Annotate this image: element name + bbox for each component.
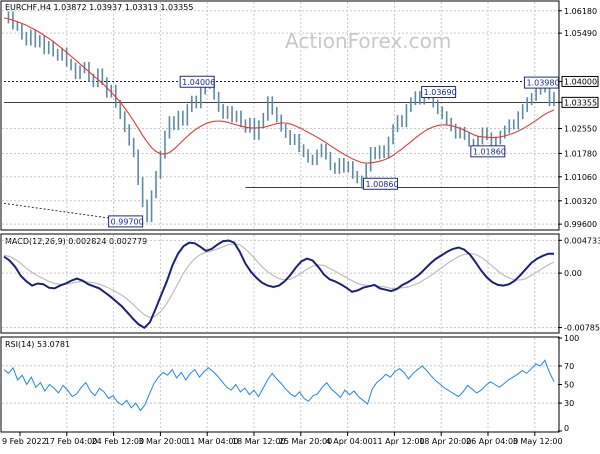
price-series xyxy=(3,11,555,223)
price-y-tick-label: 1.00320 xyxy=(564,197,597,206)
rsi-y-tick-label: 0 xyxy=(564,424,569,433)
price-annotations: 1.04006 1.03690 1.03980 1.01860 1.00860 0.997… xyxy=(108,75,560,228)
x-tick-label: 3 May 12:00 xyxy=(513,437,563,446)
rsi-panel: RSI(14) 53.0781 100 70 50 30 0 xyxy=(0,334,579,433)
x-tick-label: 11 Mar 04:00 xyxy=(185,437,238,446)
price-annotation: 1.01860 xyxy=(470,145,506,158)
price-y-tick-label: 1.06180 xyxy=(564,7,597,16)
price-annotation: 1.04006 xyxy=(179,75,215,88)
chart-figure: EURCHF,H4 1.03872 1.03937 1.03313 1.0335… xyxy=(0,0,600,450)
rsi-y-tick-label: 50 xyxy=(564,381,574,390)
macd-y-ticks: 0.004733 0.00 -0.00785 xyxy=(558,236,600,332)
x-tick-label: 24 Feb 12:00 xyxy=(92,437,144,446)
price-annotation-label: 1.00860 xyxy=(365,180,398,189)
rsi-panel-header: RSI(14) 53.0781 xyxy=(5,340,70,349)
x-tick-label: 11 Apr 12:00 xyxy=(372,437,424,446)
rsi-y-ticks: 100 70 50 30 0 xyxy=(558,334,579,433)
price-annotation-label: 1.03690 xyxy=(424,88,457,97)
watermark: ActionForex.com xyxy=(285,29,451,53)
price-annotation: 1.03690 xyxy=(421,86,457,99)
price-annotation-label: 0.99700 xyxy=(111,217,144,226)
x-tick-label: 3 Mar 20:00 xyxy=(138,437,186,446)
price-y-tick-label: 1.05490 xyxy=(564,29,597,38)
x-tick-label: 18 Apr 20:00 xyxy=(419,437,471,446)
moving-average-line xyxy=(3,17,555,164)
price-annotation-label: 1.03980 xyxy=(526,79,559,88)
chart-svg: EURCHF,H4 1.03872 1.03937 1.03313 1.0335… xyxy=(0,0,600,446)
price-y-ticks: 1.06180 1.05490 1.04000 1.03355 1.02550 1.017… xyxy=(558,7,599,229)
rsi-panel-frame xyxy=(0,336,560,433)
rsi-y-tick-label: 100 xyxy=(564,334,579,343)
x-axis: 9 Feb 202217 Feb 04:0024 Feb 12:003 Mar … xyxy=(2,432,563,446)
rsi-y-tick-label: 30 xyxy=(564,399,574,408)
x-tick-label: 9 Feb 2022 xyxy=(2,437,47,446)
price-y-tick-label: 0.99600 xyxy=(564,220,597,229)
price-annotation: 1.00860 xyxy=(362,177,399,190)
macd-panel-header: MACD(12,26,9) 0.002824 0.002779 xyxy=(5,237,147,246)
price-annotation-label: 1.04006 xyxy=(182,78,215,87)
macd-y-tick-label: -0.00785 xyxy=(564,323,600,332)
price-annotation: 0.99700 xyxy=(108,215,144,228)
x-tick-label: 26 Apr 04:00 xyxy=(466,437,518,446)
macd-signal-line xyxy=(3,243,555,319)
macd-series xyxy=(3,239,555,330)
price-y-tick-label: 1.03355 xyxy=(564,98,597,107)
macd-y-tick-label: 0.00 xyxy=(564,269,582,278)
price-annotation-label: 1.01860 xyxy=(473,147,506,156)
macd-panel-frame xyxy=(0,233,560,334)
price-y-tick-label: 1.02550 xyxy=(564,124,597,133)
x-tick-label: 18 Mar 12:00 xyxy=(232,437,285,446)
price-y-tick-label: 1.01060 xyxy=(564,173,597,182)
price-annotation: 1.03980 xyxy=(523,76,560,89)
rsi-y-tick-label: 70 xyxy=(564,362,574,371)
price-panel-frame xyxy=(0,0,560,231)
x-tick-label: 17 Feb 04:00 xyxy=(45,437,97,446)
rsi-gridlines xyxy=(2,338,558,431)
price-y-tick-label: 1.04000 xyxy=(564,77,597,86)
x-tick-label: 4 Apr 04:00 xyxy=(326,437,373,446)
macd-y-tick-label: 0.004733 xyxy=(564,236,600,245)
price-y-tick-label: 1.01780 xyxy=(564,149,597,158)
price-gridlines xyxy=(2,2,558,229)
price-panel: EURCHF,H4 1.03872 1.03937 1.03313 1.0335… xyxy=(0,0,599,231)
x-tick-label: 25 Mar 20:00 xyxy=(279,437,332,446)
macd-panel: MACD(12,26,9) 0.002824 0.002779 0.004733… xyxy=(0,233,600,334)
